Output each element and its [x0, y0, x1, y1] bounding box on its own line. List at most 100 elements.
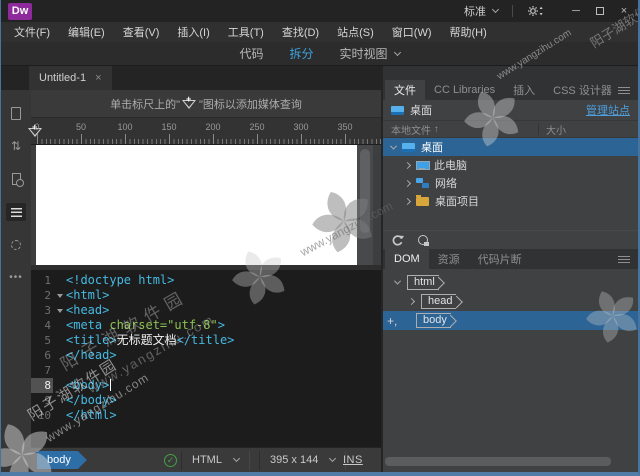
titlebar-divider [512, 5, 513, 17]
folder-icon [416, 194, 429, 206]
ruler-number: 50 [75, 122, 87, 132]
code-segment: "utf-8" [167, 318, 218, 332]
doctype-dropdown[interactable]: HTML [181, 450, 250, 470]
scrollbar-thumb[interactable] [360, 149, 370, 233]
code-line[interactable]: 9 </body> [31, 393, 381, 408]
panel-tab-1[interactable]: CC Libraries [425, 80, 504, 100]
ruler-number: 300 [293, 122, 309, 132]
fold-column [53, 273, 66, 288]
code-segment: > [217, 318, 225, 332]
live-code-icon[interactable] [6, 170, 26, 188]
manage-sites-link[interactable]: 管理站点 [586, 102, 630, 118]
chevron-right-icon[interactable] [403, 197, 412, 205]
tab-close-icon[interactable]: × [95, 72, 101, 84]
menu-item-4[interactable]: 工具(T) [219, 24, 273, 40]
code-segment: <html> [66, 288, 110, 302]
refresh-icon[interactable] [391, 234, 404, 247]
chevron-right-icon[interactable] [403, 161, 412, 169]
panel-menu-icon[interactable] [618, 256, 630, 263]
dom-tab-1[interactable]: 资源 [429, 249, 469, 269]
connect-server-icon[interactable] [418, 235, 429, 246]
code-line[interactable]: 8 <body> [31, 378, 381, 393]
dom-tab-0[interactable]: DOM [385, 249, 429, 269]
file-tree-row[interactable]: 此电脑 [383, 156, 638, 174]
sync-settings-button[interactable] [527, 4, 544, 18]
tag-selector-body[interactable]: body [37, 451, 87, 469]
menu-item-5[interactable]: 查找(D) [273, 24, 328, 40]
window-size-dropdown[interactable]: 395 x 144 [259, 450, 347, 470]
chevron-right-icon[interactable] [403, 179, 412, 187]
maximize-icon [596, 7, 604, 15]
code-line[interactable]: 2 <html> [31, 288, 381, 303]
target-icon[interactable] [6, 236, 26, 254]
menu-item-3[interactable]: 插入(I) [168, 24, 218, 40]
code-line[interactable]: 7 [31, 363, 381, 378]
insert-mode-indicator[interactable]: INS [343, 454, 363, 466]
chevron-right-icon[interactable] [407, 297, 416, 306]
code-line[interactable]: 5 <title>无标题文档</title> [31, 333, 381, 348]
panel-tab-0[interactable]: 文件 [385, 80, 425, 100]
file-icon[interactable] [6, 104, 26, 122]
dom-tag-pill[interactable]: head [421, 294, 457, 309]
view-mode-0[interactable]: 代码 [239, 45, 263, 62]
file-tree-label: 网络 [435, 178, 457, 190]
panel-horizontal-scrollbar[interactable] [385, 457, 611, 466]
sort-arrow: ↑ [433, 123, 439, 135]
close-button[interactable]: × [612, 2, 636, 20]
dom-tree-row[interactable]: html [383, 273, 638, 292]
menu-item-2[interactable]: 查看(V) [114, 24, 169, 40]
file-tree-row[interactable]: 网络 [383, 174, 638, 192]
fold-column [53, 378, 66, 393]
fold-arrow-icon[interactable] [56, 293, 63, 298]
dom-tree-row[interactable]: head [383, 292, 638, 311]
site-name[interactable]: 桌面 [410, 102, 432, 118]
ellipsis-icon[interactable]: ••• [6, 269, 26, 287]
horizontal-ruler[interactable]: + 050100150200250300350400 [28, 118, 397, 145]
code-line[interactable]: 1 <!doctype html> [31, 273, 381, 288]
code-line[interactable]: 10 </html> [31, 408, 381, 423]
fold-arrow-icon[interactable] [56, 308, 63, 313]
code-line[interactable]: 4 <meta charset="utf-8"> [31, 318, 381, 333]
chevron-down-icon [232, 454, 240, 463]
add-media-query-icon: + [182, 95, 197, 110]
right-panel: 文件 CC Libraries 插入 CSS 设计器 桌面 管理站点 本地文件 ↑ 大… [381, 66, 638, 472]
dreamweaver-logo: Dw [8, 2, 32, 20]
panel-tab-3[interactable]: CSS 设计器 [544, 80, 621, 100]
panel-tab-2[interactable]: 插入 [504, 80, 544, 100]
panel-menu-icon[interactable] [618, 87, 630, 94]
size-header[interactable]: 大小 [546, 122, 566, 137]
chevron-down-icon[interactable] [389, 142, 398, 150]
workspace-switcher[interactable]: 标准 [464, 3, 500, 19]
design-vertical-scrollbar[interactable] [357, 145, 373, 265]
dom-tab-2[interactable]: 代码片断 [469, 249, 531, 269]
add-element-icon[interactable]: +, [387, 315, 397, 327]
menu-item-0[interactable]: 文件(F) [5, 24, 59, 40]
menu-item-8[interactable]: 帮助(H) [441, 24, 496, 40]
code-line[interactable]: 3 <head> [31, 303, 381, 318]
minimize-button[interactable]: ─ [564, 2, 588, 20]
local-files-header[interactable]: 本地文件 [391, 122, 431, 137]
code-line[interactable]: 6 </head> [31, 348, 381, 363]
format-source-icon[interactable] [6, 203, 26, 221]
code-text: <html> [66, 288, 109, 303]
menu-item-6[interactable]: 站点(S) [328, 24, 383, 40]
common-toolbar: ⇅ ••• [1, 90, 31, 472]
code-segment: <head> [66, 303, 110, 317]
ruler-number: 200 [205, 122, 221, 132]
design-canvas[interactable] [36, 145, 357, 265]
document-tab[interactable]: Untitled-1 × [29, 66, 112, 90]
code-view[interactable]: 1 <!doctype html> 2 <html> 3 <head> 4 <meta cha… [31, 270, 381, 447]
file-tree-row[interactable]: 桌面 [383, 138, 638, 156]
dom-tree-row[interactable]: +, body [383, 311, 638, 330]
menu-item-7[interactable]: 窗口(W) [383, 24, 441, 40]
view-mode-2[interactable]: 实时视图 [340, 45, 401, 62]
maximize-button[interactable] [588, 2, 612, 20]
view-mode-1[interactable]: 拆分 [289, 45, 313, 62]
menu-item-1[interactable]: 编辑(E) [59, 24, 114, 40]
chevron-down-icon[interactable] [393, 277, 402, 285]
file-tree-row[interactable]: 桌面项目 [383, 192, 638, 210]
dom-tag-pill[interactable]: html [407, 275, 439, 290]
updown-arrows-icon[interactable]: ⇅ [6, 137, 26, 155]
code-segment: </title> [176, 333, 235, 347]
dom-tag-pill[interactable]: body [416, 313, 451, 328]
